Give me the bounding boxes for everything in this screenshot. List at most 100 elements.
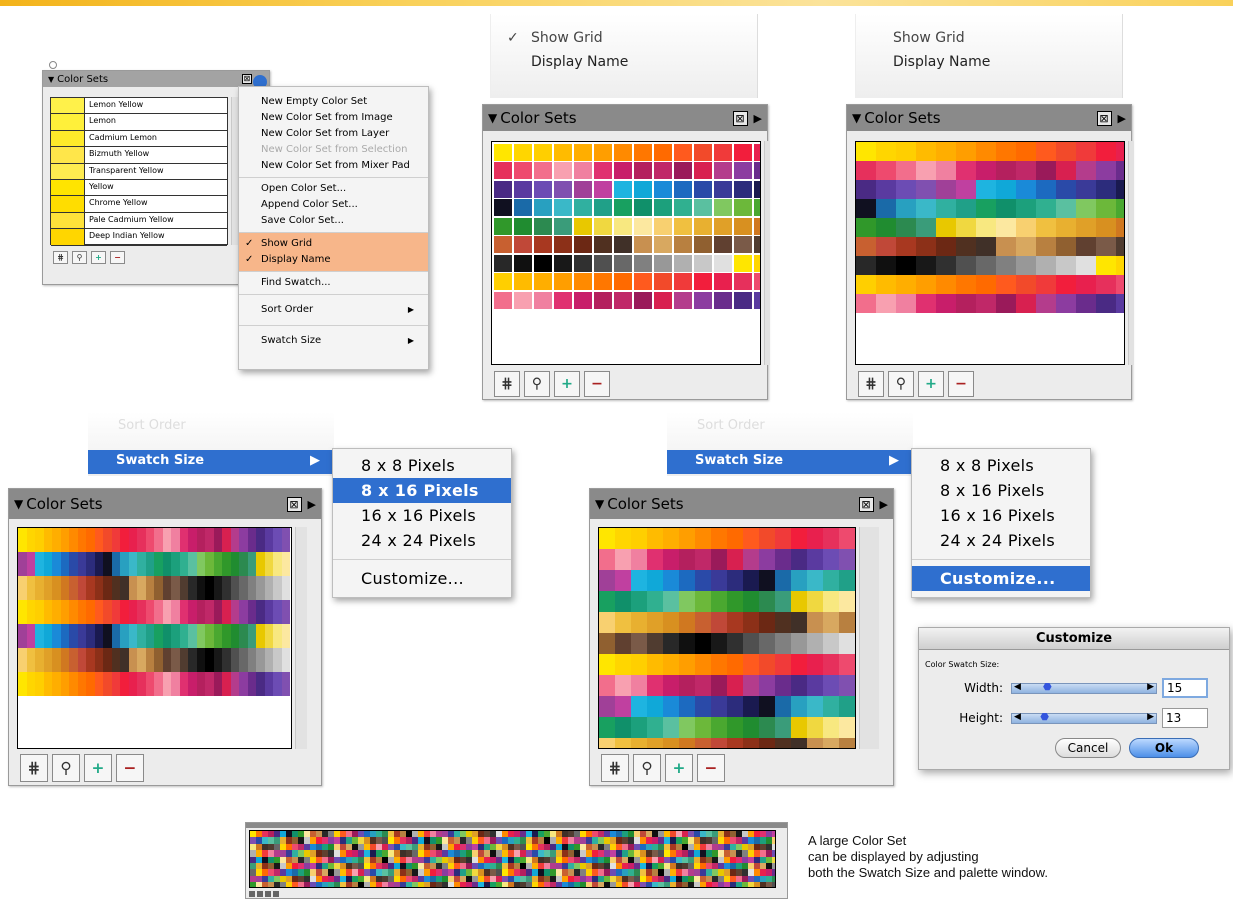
color-swatch[interactable] bbox=[247, 624, 256, 648]
color-swatch[interactable] bbox=[179, 672, 188, 696]
panel1-close-dot[interactable] bbox=[49, 61, 57, 69]
color-swatch[interactable] bbox=[213, 648, 222, 672]
color-swatch[interactable] bbox=[631, 696, 647, 717]
color-swatch[interactable] bbox=[26, 648, 35, 672]
color-swatch[interactable] bbox=[693, 162, 712, 179]
color-swatch[interactable] bbox=[976, 199, 996, 218]
menu-item-swatch-size[interactable]: Swatch Size ▶ bbox=[667, 450, 913, 474]
color-swatch[interactable] bbox=[35, 648, 44, 672]
color-swatch[interactable] bbox=[213, 624, 222, 648]
color-swatch[interactable] bbox=[553, 236, 572, 253]
color-swatch[interactable] bbox=[631, 549, 647, 570]
color-swatch[interactable] bbox=[791, 528, 807, 549]
color-swatch[interactable] bbox=[154, 576, 163, 600]
color-swatch[interactable] bbox=[896, 180, 916, 199]
add-swatch-icon[interactable]: + bbox=[84, 754, 112, 782]
color-swatch[interactable] bbox=[264, 672, 273, 696]
color-swatch[interactable] bbox=[759, 633, 775, 654]
color-swatch[interactable] bbox=[936, 275, 956, 294]
color-swatch[interactable] bbox=[775, 528, 791, 549]
find-binoculars-icon[interactable]: ⚲ bbox=[888, 371, 914, 397]
color-swatch[interactable] bbox=[493, 217, 512, 235]
color-swatch[interactable] bbox=[513, 273, 532, 290]
color-swatch[interactable] bbox=[695, 738, 711, 748]
color-swatch[interactable] bbox=[69, 576, 78, 600]
color-swatch[interactable] bbox=[205, 576, 214, 600]
color-swatch[interactable] bbox=[633, 162, 652, 179]
color-swatch[interactable] bbox=[52, 648, 61, 672]
color-swatch[interactable] bbox=[573, 199, 592, 216]
slider-right-arrow-icon[interactable]: ▶ bbox=[1147, 712, 1154, 722]
color-swatch[interactable] bbox=[759, 654, 775, 675]
color-swatch[interactable] bbox=[807, 570, 823, 591]
color-swatch[interactable] bbox=[573, 143, 592, 161]
color-swatch[interactable] bbox=[599, 654, 615, 675]
color-swatch[interactable] bbox=[162, 600, 171, 624]
palette-menu-arrow-icon[interactable]: ▶ bbox=[1118, 112, 1126, 125]
menu-item-display-name[interactable]: Display Name bbox=[531, 54, 628, 70]
color-swatch[interactable] bbox=[1036, 275, 1056, 294]
color-swatch[interactable] bbox=[775, 675, 791, 696]
color-swatch[interactable] bbox=[573, 291, 592, 309]
color-swatch[interactable] bbox=[743, 654, 759, 675]
menu-item-new-color-set-from-image[interactable]: New Color Set from Image bbox=[239, 110, 428, 126]
color-swatch[interactable] bbox=[18, 624, 27, 648]
color-swatch[interactable] bbox=[1096, 180, 1116, 199]
color-swatch[interactable] bbox=[663, 528, 679, 549]
color-swatch[interactable] bbox=[137, 648, 146, 672]
color-swatch[interactable] bbox=[775, 654, 791, 675]
color-swatch[interactable] bbox=[653, 199, 672, 216]
color-swatch[interactable] bbox=[976, 142, 996, 161]
menu-item-show-grid[interactable]: Show Grid bbox=[893, 30, 965, 46]
color-swatch[interactable] bbox=[94, 552, 103, 576]
color-swatch[interactable] bbox=[916, 218, 936, 237]
color-swatch[interactable] bbox=[695, 612, 711, 633]
color-swatch[interactable] bbox=[996, 199, 1016, 218]
color-swatch[interactable] bbox=[693, 143, 712, 161]
color-swatch[interactable] bbox=[599, 696, 615, 717]
color-swatch[interactable] bbox=[759, 717, 775, 738]
color-swatch[interactable] bbox=[772, 882, 775, 887]
color-swatch[interactable] bbox=[775, 633, 791, 654]
color-swatch[interactable] bbox=[711, 738, 727, 748]
color-swatch[interactable] bbox=[128, 600, 137, 624]
color-swatch[interactable] bbox=[599, 528, 615, 549]
color-swatch[interactable] bbox=[631, 717, 647, 738]
color-swatch[interactable] bbox=[52, 600, 61, 624]
color-swatch[interactable] bbox=[1036, 218, 1056, 237]
color-swatch[interactable] bbox=[35, 576, 44, 600]
color-swatch[interactable] bbox=[171, 576, 180, 600]
color-swatch[interactable] bbox=[196, 648, 205, 672]
color-swatch[interactable] bbox=[693, 217, 712, 235]
color-swatch[interactable] bbox=[1016, 294, 1036, 313]
color-swatch[interactable] bbox=[876, 294, 896, 313]
menu-item-open-color-set[interactable]: Open Color Set... bbox=[239, 181, 428, 197]
color-swatch[interactable] bbox=[1096, 275, 1116, 294]
color-swatch[interactable] bbox=[264, 624, 273, 648]
color-swatch[interactable] bbox=[533, 291, 552, 309]
color-swatch[interactable] bbox=[615, 654, 631, 675]
list-item[interactable]: Deep Indian Yellow bbox=[51, 229, 227, 246]
swatch-options-icon[interactable]: ⋕ bbox=[494, 371, 520, 397]
color-swatch[interactable] bbox=[103, 624, 112, 648]
color-swatch[interactable] bbox=[613, 217, 632, 235]
color-swatch[interactable] bbox=[230, 552, 239, 576]
color-swatch[interactable] bbox=[896, 218, 916, 237]
color-swatch[interactable] bbox=[743, 717, 759, 738]
color-swatch[interactable] bbox=[1096, 294, 1116, 313]
color-swatch[interactable] bbox=[727, 696, 743, 717]
color-swatch[interactable] bbox=[916, 199, 936, 218]
color-swatch[interactable] bbox=[647, 717, 663, 738]
color-swatch[interactable] bbox=[196, 672, 205, 696]
color-swatch[interactable] bbox=[733, 236, 752, 253]
color-swatch[interactable] bbox=[727, 612, 743, 633]
color-swatch[interactable] bbox=[1076, 275, 1096, 294]
color-swatch[interactable] bbox=[26, 552, 35, 576]
color-swatch[interactable] bbox=[94, 648, 103, 672]
collapse-triangle-icon[interactable]: ▼ bbox=[852, 111, 861, 125]
color-swatch[interactable] bbox=[1076, 237, 1096, 256]
color-swatch[interactable] bbox=[86, 648, 95, 672]
color-swatch[interactable] bbox=[94, 624, 103, 648]
color-swatch[interactable] bbox=[599, 570, 615, 591]
color-swatch[interactable] bbox=[1036, 256, 1056, 275]
